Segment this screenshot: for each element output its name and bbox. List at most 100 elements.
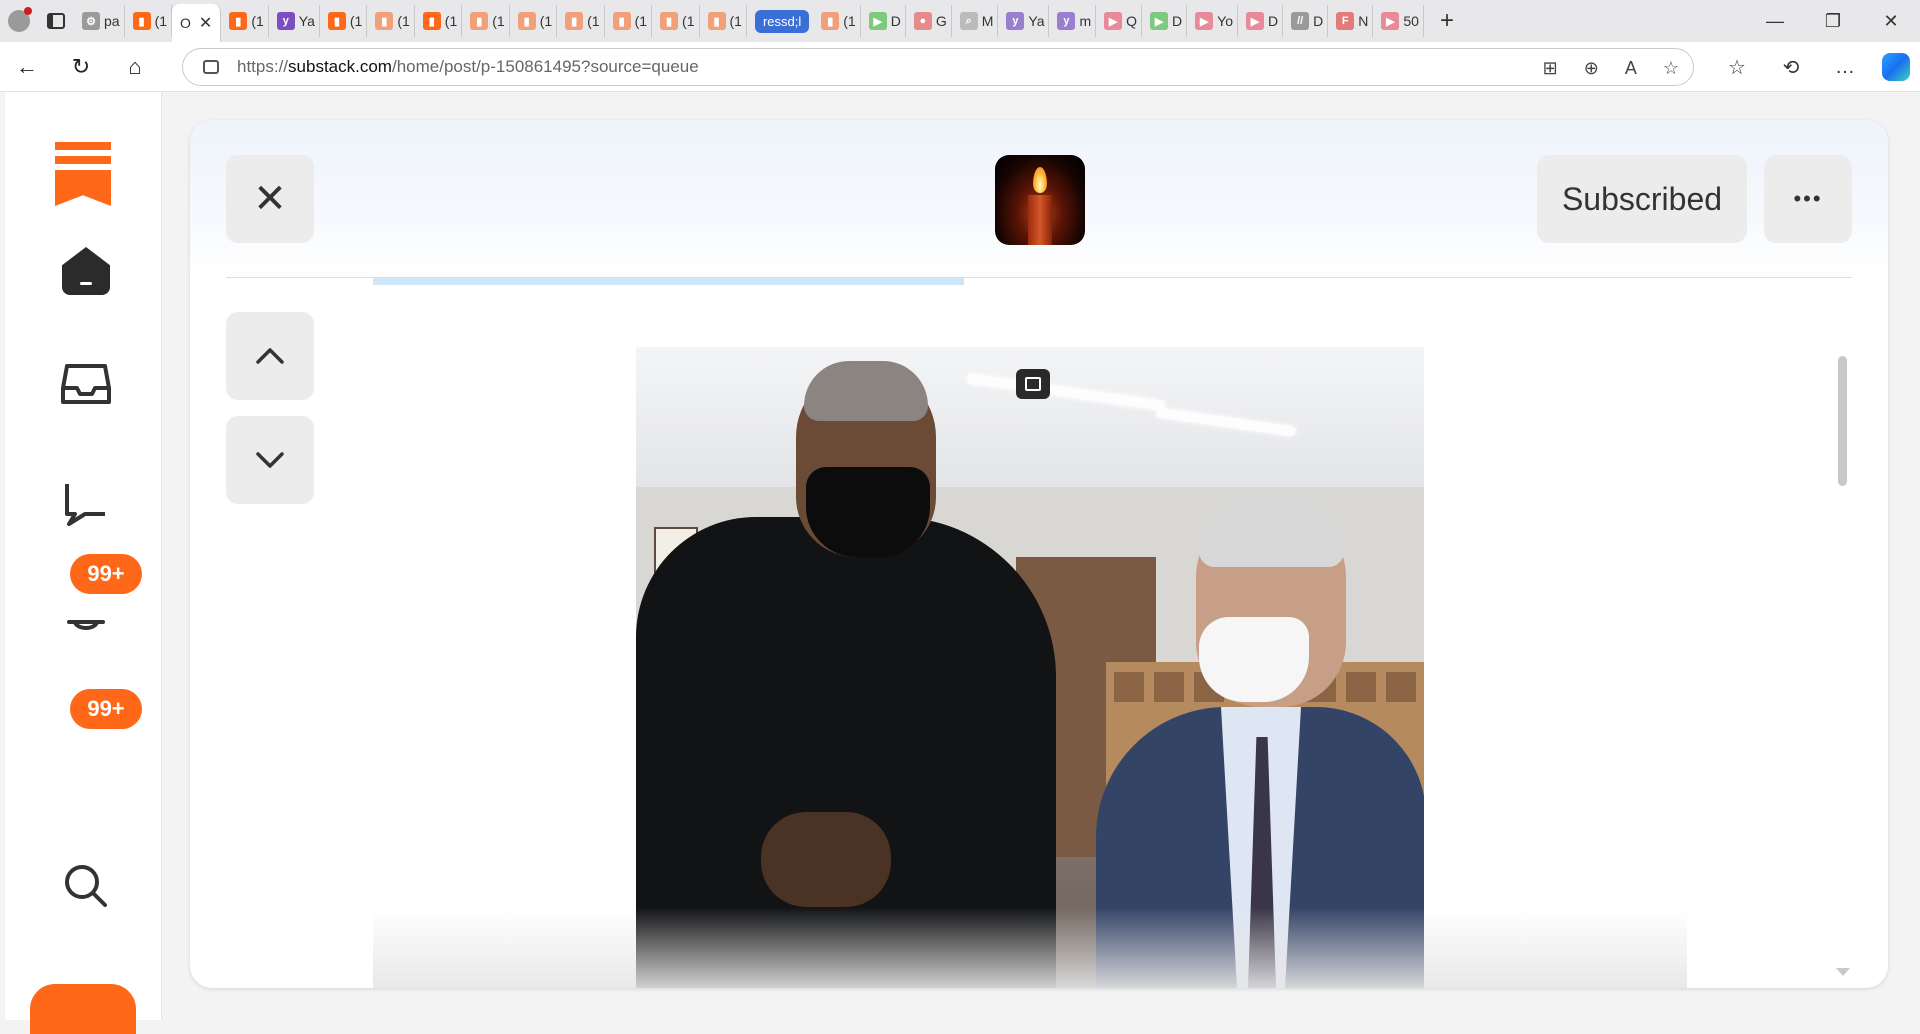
tab-label: Ya xyxy=(1028,13,1045,29)
browser-tab[interactable]: ▮ (1 xyxy=(221,5,269,37)
zoom-icon[interactable]: ⊕ xyxy=(1584,58,1599,79)
chevron-down-icon xyxy=(256,452,284,468)
search-icon xyxy=(65,865,107,907)
browser-tab[interactable]: ▮ (1 xyxy=(700,5,747,37)
inbox-icon xyxy=(61,364,111,404)
chat-nav[interactable] xyxy=(60,477,112,529)
browser-tab[interactable]: ▶ D xyxy=(1142,5,1188,37)
browser-tab[interactable]: ▮ (1 xyxy=(415,5,463,37)
person-left-hand xyxy=(761,812,891,907)
tab-favicon-icon: // xyxy=(1291,12,1310,30)
scroll-down-arrow[interactable] xyxy=(1836,968,1850,976)
substack-logo-icon[interactable] xyxy=(55,142,111,206)
tab-label: (1 xyxy=(539,13,553,29)
notifications-nav[interactable] xyxy=(60,587,112,639)
tab-favicon-icon: ▮ xyxy=(660,12,679,30)
tab-favicon-icon: ▮ xyxy=(612,12,631,30)
url-text[interactable]: https://substack.com/home/post/p-1508614… xyxy=(237,57,699,77)
favorite-star-icon[interactable]: ☆ xyxy=(1663,58,1679,79)
split-screen-icon[interactable]: ⊞ xyxy=(1543,58,1558,79)
chat-icon xyxy=(65,484,105,526)
scrollbar-thumb[interactable] xyxy=(1838,356,1847,486)
browser-tab[interactable]: ▮ (1 xyxy=(605,5,653,37)
browser-tab[interactable]: ▮ (1 xyxy=(813,5,861,37)
tab-label: pa xyxy=(104,13,120,29)
address-bar-actions: ⊞ ⊕ A ☆ xyxy=(1543,49,1679,87)
browser-tab-active[interactable]: O ✕ xyxy=(172,4,222,42)
close-window-button[interactable]: ✕ xyxy=(1862,0,1920,42)
reload-button[interactable]: ↻ xyxy=(54,45,108,89)
tab-label: Q xyxy=(1126,13,1138,29)
tab-favicon-icon: ▮ xyxy=(375,12,394,30)
browser-tab[interactable]: FN xyxy=(1328,5,1374,37)
tab-label: 50 xyxy=(1403,13,1419,29)
bell-icon xyxy=(67,620,105,630)
tab-actions-button[interactable] xyxy=(38,0,74,42)
tab-label: (1 xyxy=(729,13,742,29)
browser-tab[interactable]: ⌕ M xyxy=(952,5,999,37)
copilot-icon[interactable] xyxy=(1882,53,1910,81)
browser-tab[interactable]: ▶ D xyxy=(861,5,906,37)
browser-tab[interactable]: ▶ Q xyxy=(1096,5,1143,37)
tab-label: (1 xyxy=(682,13,695,29)
browser-tab[interactable]: //D xyxy=(1283,5,1329,37)
notifications-badge: 99+ xyxy=(70,689,142,729)
person-left-mask xyxy=(806,467,930,557)
publication-avatar[interactable] xyxy=(995,155,1085,245)
browser-tab[interactable]: ▮ (1 xyxy=(462,5,510,37)
minimize-button[interactable]: — xyxy=(1746,0,1804,42)
read-aloud-icon[interactable]: A xyxy=(1625,58,1637,79)
browser-tab[interactable]: ▶ 50 xyxy=(1373,5,1424,37)
address-bar[interactable]: https://substack.com/home/post/p-1508614… xyxy=(182,48,1694,86)
browser-tab[interactable]: ▮ (1 xyxy=(557,5,605,37)
tab-favicon-icon: ▶ xyxy=(1195,12,1214,30)
post-video[interactable] xyxy=(636,347,1424,988)
tab-label: ressd;l xyxy=(754,9,810,33)
candle-icon xyxy=(1028,195,1052,245)
more-options-button[interactable]: ••• xyxy=(1764,155,1852,243)
tab-label: (1 xyxy=(843,13,856,29)
search-nav[interactable] xyxy=(60,860,112,912)
tab-label: M xyxy=(981,13,994,29)
lock-icon[interactable] xyxy=(203,60,219,74)
close-tab-icon[interactable]: ✕ xyxy=(199,13,212,33)
browser-tab[interactable]: ▮ (1 xyxy=(510,5,558,37)
previous-post-button[interactable] xyxy=(226,312,314,400)
video-fade xyxy=(373,907,1687,988)
history-icon[interactable]: ⟲ xyxy=(1764,45,1818,89)
browser-tab[interactable]: ressd;l xyxy=(747,5,813,37)
toolbar-right: ☆ ⟲ … xyxy=(1710,42,1920,92)
browser-tab[interactable]: ym xyxy=(1049,5,1097,37)
new-tab-button[interactable]: + xyxy=(1430,4,1464,38)
browser-tab[interactable]: ▮ (1 xyxy=(125,5,173,37)
browser-tab[interactable]: ▶ Yo xyxy=(1187,5,1239,37)
post-media xyxy=(373,347,1687,988)
home-button[interactable]: ⌂ xyxy=(108,45,162,89)
subscribed-button[interactable]: Subscribed xyxy=(1537,155,1747,243)
close-icon: ✕ xyxy=(253,177,287,221)
next-post-button[interactable] xyxy=(226,416,314,504)
tab-label: m xyxy=(1079,13,1092,29)
browser-tab-strip: ⚙ pa ▮ (1 O ✕ ▮ (1 y Ya ▮ (1 ▮ (1 ▮ (1 ▮ (1 ▮ (1 ▮ (1 ▮ (1 ▮ (1 ▮(… xyxy=(0,0,1920,42)
browser-tab[interactable]: y Ya xyxy=(269,5,320,37)
inbox-nav[interactable] xyxy=(60,358,112,410)
browser-tab[interactable]: ⚙ pa xyxy=(74,5,125,37)
browser-tab[interactable]: ▮ (1 xyxy=(652,5,700,37)
browser-tab[interactable]: ▮ (1 xyxy=(367,5,415,37)
favorites-icon[interactable]: ☆ xyxy=(1710,45,1764,89)
profile-button[interactable] xyxy=(0,0,38,42)
restore-button[interactable]: ❐ xyxy=(1804,0,1862,42)
home-nav[interactable] xyxy=(60,245,112,297)
browser-tab[interactable]: y Ya xyxy=(998,5,1050,37)
back-button[interactable]: ← xyxy=(0,45,54,89)
tab-favicon-icon: ⌕ xyxy=(959,12,978,30)
browser-tab[interactable]: ▶ D xyxy=(1238,5,1284,37)
create-button[interactable] xyxy=(30,984,136,1034)
browser-tab[interactable]: ▮ (1 xyxy=(320,5,368,37)
browser-tab[interactable]: ● G xyxy=(906,5,952,37)
tab-favicon-icon: ▮ xyxy=(470,12,489,30)
close-post-button[interactable]: ✕ xyxy=(226,155,314,243)
tab-label: D xyxy=(1313,13,1324,29)
more-tools-icon[interactable]: … xyxy=(1818,45,1872,89)
expand-video-button[interactable] xyxy=(1016,369,1050,399)
